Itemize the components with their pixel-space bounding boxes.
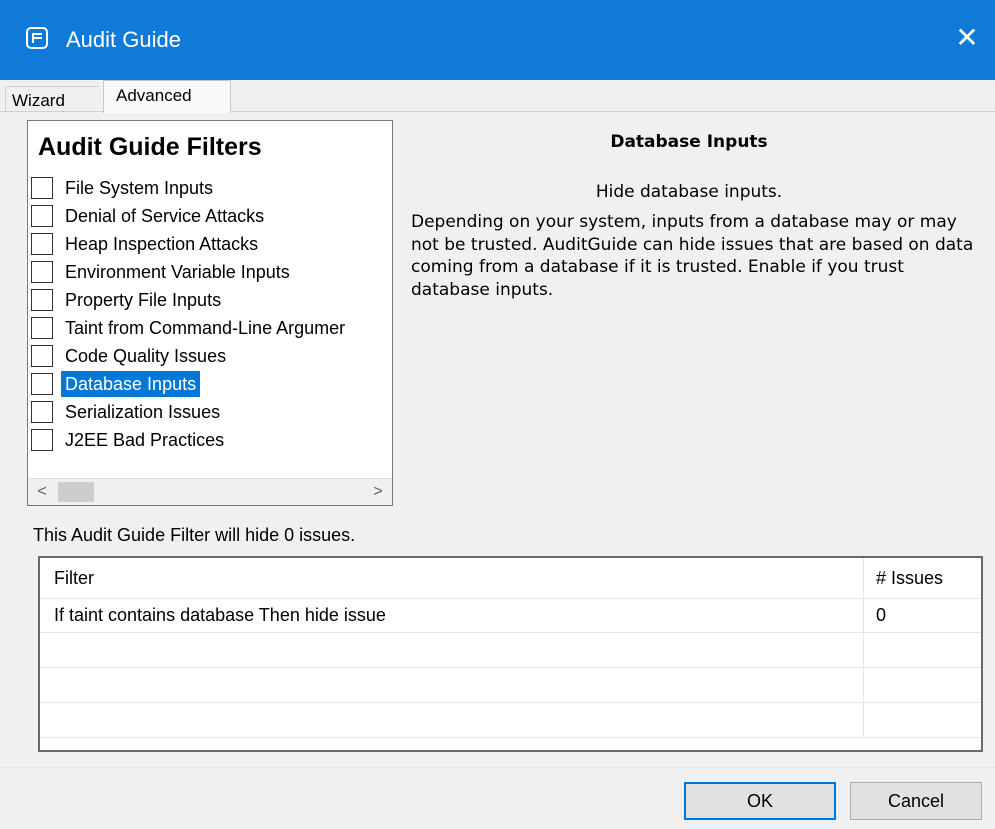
description-body: Depending on your system, inputs from a …	[411, 212, 974, 300]
footer-divider	[0, 767, 995, 768]
filter-item-environment-variable-inputs[interactable]: Environment Variable Inputs	[28, 259, 392, 287]
filter-checkbox[interactable]	[31, 429, 53, 451]
filter-label: Denial of Service Attacks	[65, 206, 265, 226]
table-row[interactable]	[40, 668, 981, 703]
filter-cell: If taint contains database Then hide iss…	[40, 598, 864, 632]
table-row[interactable]: If taint contains database Then hide iss…	[40, 598, 981, 633]
close-button[interactable]: ✕	[949, 20, 985, 56]
issues-cell	[864, 633, 981, 667]
filter-checkbox[interactable]	[31, 401, 53, 423]
filter-item-denial-of-service-attacks[interactable]: Denial of Service Attacks	[28, 203, 392, 231]
description-title: Database Inputs	[610, 132, 768, 152]
title-bar: Audit Guide ✕	[0, 0, 995, 80]
filter-label: J2EE Bad Practices	[65, 430, 225, 450]
filter-checkbox[interactable]	[31, 345, 53, 367]
filter-label: Property File Inputs	[65, 290, 222, 310]
filter-item-database-inputs[interactable]: Database Inputs	[28, 371, 392, 399]
tab-advanced[interactable]: Advanced	[103, 80, 231, 113]
tab-bar: Wizard Advanced	[0, 80, 995, 113]
filter-item-file-system-inputs[interactable]: File System Inputs	[28, 175, 392, 203]
scrollbar-thumb[interactable]	[58, 482, 94, 502]
scroll-left-icon[interactable]: <	[28, 479, 56, 505]
filter-cell	[40, 703, 864, 737]
filter-label: Database Inputs	[61, 371, 201, 397]
filter-item-property-file-inputs[interactable]: Property File Inputs	[28, 287, 392, 315]
filter-item-taint-from-command-line[interactable]: Taint from Command-Line Argumer	[28, 315, 392, 343]
filters-heading: Audit Guide Filters	[38, 133, 262, 161]
filter-cell	[40, 633, 864, 667]
filter-checkbox[interactable]	[31, 233, 53, 255]
audit-guide-filters-panel: Audit Guide Filters File System Inputs D…	[27, 120, 393, 506]
filter-label: File System Inputs	[65, 178, 214, 198]
window-title: Audit Guide	[66, 27, 181, 52]
filter-label: Serialization Issues	[65, 402, 221, 422]
table-row[interactable]	[40, 703, 981, 738]
scroll-right-icon[interactable]: >	[364, 479, 392, 505]
table-header-row: Filter # Issues	[40, 558, 981, 599]
filter-cell	[40, 668, 864, 702]
column-header-filter[interactable]: Filter	[40, 558, 864, 598]
horizontal-scrollbar[interactable]: < >	[28, 478, 392, 505]
issues-cell	[864, 668, 981, 702]
filter-item-j2ee-bad-practices[interactable]: J2EE Bad Practices	[28, 427, 392, 455]
issues-cell: 0	[876, 605, 887, 625]
filter-checkbox[interactable]	[31, 373, 53, 395]
filter-item-code-quality-issues[interactable]: Code Quality Issues	[28, 343, 392, 371]
filter-checkbox[interactable]	[31, 317, 53, 339]
filter-label: Code Quality Issues	[65, 346, 227, 366]
fortify-icon	[26, 27, 48, 49]
table-row[interactable]	[40, 633, 981, 668]
filter-checkbox[interactable]	[31, 289, 53, 311]
column-header-issues[interactable]: # Issues	[864, 558, 981, 598]
filter-label: Environment Variable Inputs	[65, 262, 290, 282]
ok-button[interactable]: OK	[684, 782, 836, 820]
tab-wizard[interactable]: Wizard	[5, 86, 99, 112]
hide-count-text: This Audit Guide Filter will hide 0 issu…	[33, 525, 356, 545]
filter-label: Taint from Command-Line Argumer	[65, 318, 346, 338]
cancel-button[interactable]: Cancel	[850, 782, 982, 820]
filter-checkbox[interactable]	[31, 205, 53, 227]
filter-issues-table: Filter # Issues If taint contains databa…	[38, 556, 983, 752]
filter-list: File System Inputs Denial of Service Att…	[28, 175, 392, 455]
filter-item-heap-inspection-attacks[interactable]: Heap Inspection Attacks	[28, 231, 392, 259]
filter-item-serialization-issues[interactable]: Serialization Issues	[28, 399, 392, 427]
description-subtitle: Hide database inputs.	[595, 182, 783, 202]
filter-checkbox[interactable]	[31, 177, 53, 199]
filter-checkbox[interactable]	[31, 261, 53, 283]
issues-cell	[864, 703, 981, 737]
filter-label: Heap Inspection Attacks	[65, 234, 259, 254]
